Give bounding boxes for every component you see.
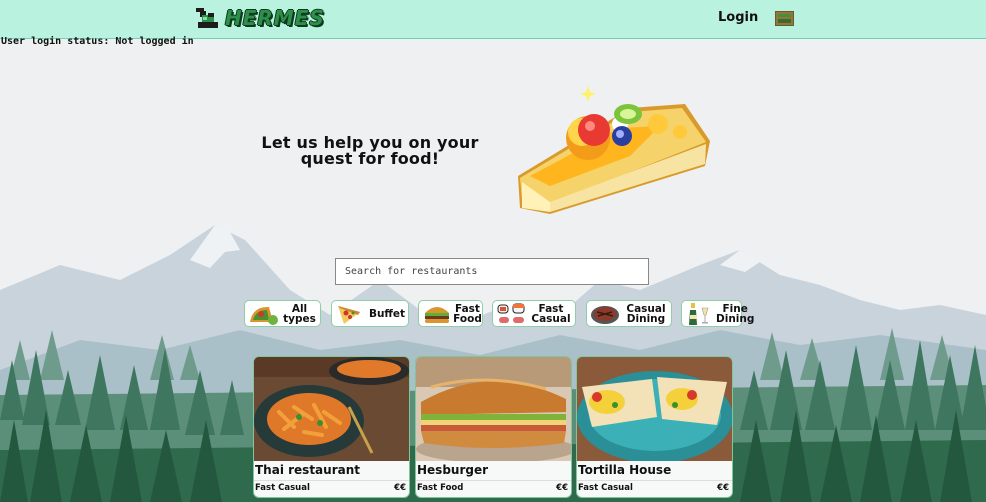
burger-icon xyxy=(425,306,449,323)
search-input[interactable] xyxy=(335,258,649,285)
card-divider xyxy=(416,480,571,481)
filter-label: Casual Dining xyxy=(626,302,666,325)
champagne-icon xyxy=(689,302,709,325)
filter-label: Buffet xyxy=(368,307,406,320)
taco-icon xyxy=(250,306,278,325)
restaurant-name: Hesburger xyxy=(417,463,489,477)
filter-buffet[interactable]: Buffet xyxy=(331,300,409,327)
restaurant-card[interactable]: Tortilla House Fast Casual €€ xyxy=(576,356,733,498)
restaurant-price: €€ xyxy=(556,483,568,493)
filter-label: Fast Food xyxy=(453,302,482,325)
fruit-tart-icon xyxy=(518,86,710,214)
restaurant-price: €€ xyxy=(717,483,729,493)
hermes-logo-icon xyxy=(196,8,218,28)
filter-label: Fast Casual xyxy=(531,302,571,325)
pasta-photo xyxy=(254,357,409,461)
filter-fast-food[interactable]: Fast Food xyxy=(418,300,483,327)
filter-casual-dining[interactable]: Casual Dining xyxy=(586,300,672,327)
sushi-icon xyxy=(497,303,525,323)
pizza-icon xyxy=(338,305,360,324)
sandwich-photo xyxy=(416,357,571,461)
logo-text: HERMES xyxy=(225,6,325,30)
filter-label: All types xyxy=(283,302,316,325)
restaurant-category: Fast Casual xyxy=(255,483,310,493)
login-link[interactable]: Login xyxy=(718,10,758,25)
restaurant-name: Tortilla House xyxy=(578,463,672,477)
card-divider xyxy=(577,480,732,481)
filter-label: Fine Dining xyxy=(716,302,755,325)
logo[interactable]: HERMES xyxy=(194,5,325,31)
restaurant-card[interactable]: Thai restaurant Fast Casual €€ xyxy=(253,356,410,498)
filter-fast-casual[interactable]: Fast Casual xyxy=(492,300,576,327)
login-status-text: User login status: Not logged in xyxy=(1,36,194,47)
profile-icon[interactable] xyxy=(775,11,794,26)
restaurant-category: Fast Casual xyxy=(578,483,633,493)
filter-all-types[interactable]: All types xyxy=(244,300,321,327)
filter-fine-dining[interactable]: Fine Dining xyxy=(681,300,754,327)
top-nav-bar: HERMES Login xyxy=(0,0,986,39)
restaurant-category: Fast Food xyxy=(417,483,464,493)
restaurant-price: €€ xyxy=(394,483,406,493)
restaurant-card[interactable]: Hesburger Fast Food €€ xyxy=(415,356,572,498)
steak-icon xyxy=(591,305,619,324)
hero-title: Let us help you on your quest for food! xyxy=(261,133,479,168)
wrap-photo xyxy=(577,357,732,461)
card-divider xyxy=(254,480,409,481)
restaurant-name: Thai restaurant xyxy=(255,463,360,477)
